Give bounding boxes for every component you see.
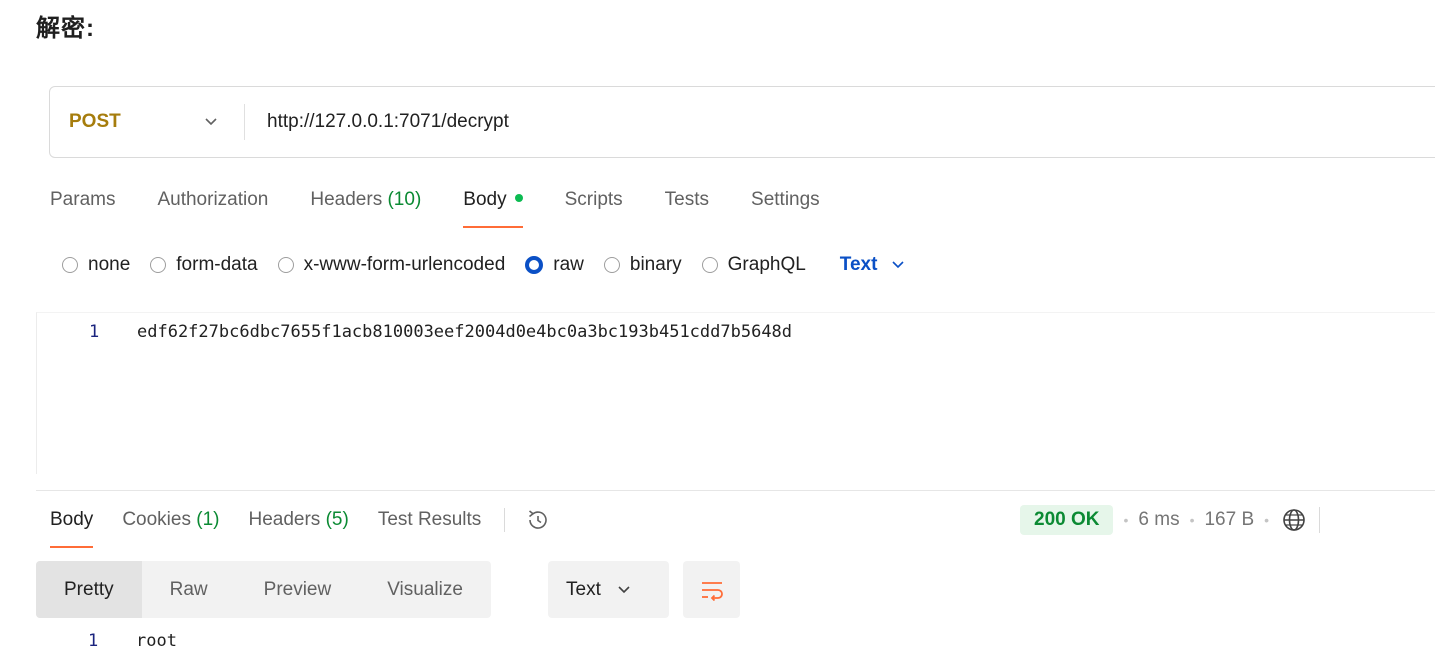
- radio-circle-checked: [525, 256, 544, 274]
- tab-params[interactable]: Params: [50, 186, 115, 230]
- tab-scripts-label: Scripts: [564, 189, 623, 210]
- response-tab-cookies-count: (1): [196, 509, 220, 530]
- chevron-down-icon: [892, 261, 905, 269]
- radio-urlencoded[interactable]: x-www-form-urlencoded: [277, 254, 506, 276]
- pane-divider[interactable]: [36, 490, 1435, 491]
- tab-tests-label: Tests: [664, 189, 710, 210]
- url-divider: [244, 104, 245, 140]
- radio-circle: [603, 257, 620, 273]
- tab-headers-count: (10): [387, 189, 422, 210]
- body-content[interactable]: edf62f27bc6dbc7655f1acb810003eef2004d0e4…: [137, 322, 792, 342]
- url-bar: POST: [49, 86, 1435, 158]
- view-preview-button[interactable]: Preview: [236, 561, 360, 618]
- radio-circle: [277, 257, 294, 273]
- body-type-selector: none form-data x-www-form-urlencoded raw…: [62, 250, 905, 280]
- wrap-lines-button[interactable]: [683, 561, 740, 618]
- view-pretty-button[interactable]: Pretty: [36, 561, 142, 618]
- url-input[interactable]: [267, 111, 1167, 133]
- radio-graphql-label: GraphQL: [727, 254, 806, 275]
- tab-headers[interactable]: Headers (10): [310, 186, 421, 230]
- response-tab-test-results[interactable]: Test Results: [378, 506, 481, 550]
- radio-raw-label: raw: [553, 254, 584, 275]
- view-mode-group: Pretty Raw Preview Visualize: [36, 561, 491, 618]
- radio-form-data-label: form-data: [176, 254, 258, 275]
- radio-circle: [701, 257, 718, 273]
- response-size[interactable]: 167 B: [1204, 509, 1254, 531]
- response-tab-headers-label: Headers: [248, 509, 321, 530]
- response-tab-body[interactable]: Body: [50, 506, 94, 550]
- radio-graphql[interactable]: GraphQL: [701, 254, 806, 276]
- tabs-separator: [504, 508, 506, 532]
- tab-body-label: Body: [463, 189, 507, 210]
- body-language-select[interactable]: Text: [840, 254, 906, 276]
- globe-icon[interactable]: [1281, 507, 1307, 533]
- tab-params-label: Params: [50, 189, 116, 210]
- status-badge[interactable]: 200 OK: [1020, 505, 1114, 535]
- radio-urlencoded-label: x-www-form-urlencoded: [303, 254, 506, 275]
- chevron-down-icon: [618, 585, 630, 593]
- body-language-label: Text: [839, 254, 878, 275]
- meta-separator: •: [1264, 512, 1270, 528]
- history-icon[interactable]: [525, 507, 551, 533]
- response-tab-cookies-label: Cookies: [122, 509, 191, 530]
- response-tabs: Body Cookies (1) Headers (5) Test Result…: [50, 506, 551, 550]
- tab-body[interactable]: Body: [463, 186, 523, 230]
- response-meta: 200 OK • 6 ms • 167 B •: [1020, 503, 1321, 537]
- page-heading: 解密:: [36, 15, 95, 42]
- tab-authorization[interactable]: Authorization: [157, 186, 268, 230]
- response-tab-body-label: Body: [50, 509, 94, 530]
- meta-separator: •: [1189, 512, 1195, 528]
- radio-none-label: none: [88, 254, 131, 275]
- view-raw-button[interactable]: Raw: [142, 561, 236, 618]
- view-visualize-button[interactable]: Visualize: [359, 561, 491, 618]
- radio-binary[interactable]: binary: [603, 254, 682, 276]
- radio-form-data[interactable]: form-data: [150, 254, 258, 276]
- tab-scripts[interactable]: Scripts: [565, 186, 623, 230]
- chevron-down-icon[interactable]: [178, 117, 244, 127]
- tab-headers-label: Headers: [310, 189, 383, 210]
- response-tab-test-results-label: Test Results: [377, 509, 482, 530]
- method-select[interactable]: POST: [50, 111, 178, 133]
- tab-tests[interactable]: Tests: [665, 186, 709, 230]
- tab-settings-label: Settings: [751, 189, 820, 210]
- response-tab-headers[interactable]: Headers (5): [248, 506, 348, 550]
- response-tab-headers-count: (5): [325, 509, 349, 530]
- body-modified-dot: [514, 194, 523, 203]
- tab-settings[interactable]: Settings: [751, 186, 820, 230]
- radio-circle: [62, 257, 78, 273]
- wrap-lines-icon: [701, 581, 723, 601]
- line-number: 1: [89, 322, 100, 342]
- meta-separator: •: [1123, 512, 1129, 528]
- response-format-select[interactable]: Text: [548, 561, 669, 618]
- response-time[interactable]: 6 ms: [1138, 509, 1179, 531]
- response-format-label: Text: [566, 578, 601, 600]
- radio-none[interactable]: none: [62, 254, 130, 276]
- request-tabs: Params Authorization Headers (10) Body S…: [50, 186, 862, 230]
- radio-circle: [150, 257, 167, 273]
- response-content: root: [136, 631, 177, 651]
- radio-binary-label: binary: [629, 254, 682, 275]
- response-tab-cookies[interactable]: Cookies (1): [122, 506, 219, 550]
- response-line-number: 1: [88, 631, 99, 651]
- meta-divider: [1319, 507, 1321, 533]
- tab-authorization-label: Authorization: [157, 189, 269, 210]
- radio-raw[interactable]: raw: [525, 254, 584, 276]
- request-body-editor[interactable]: 1 edf62f27bc6dbc7655f1acb810003eef2004d0…: [36, 312, 1435, 474]
